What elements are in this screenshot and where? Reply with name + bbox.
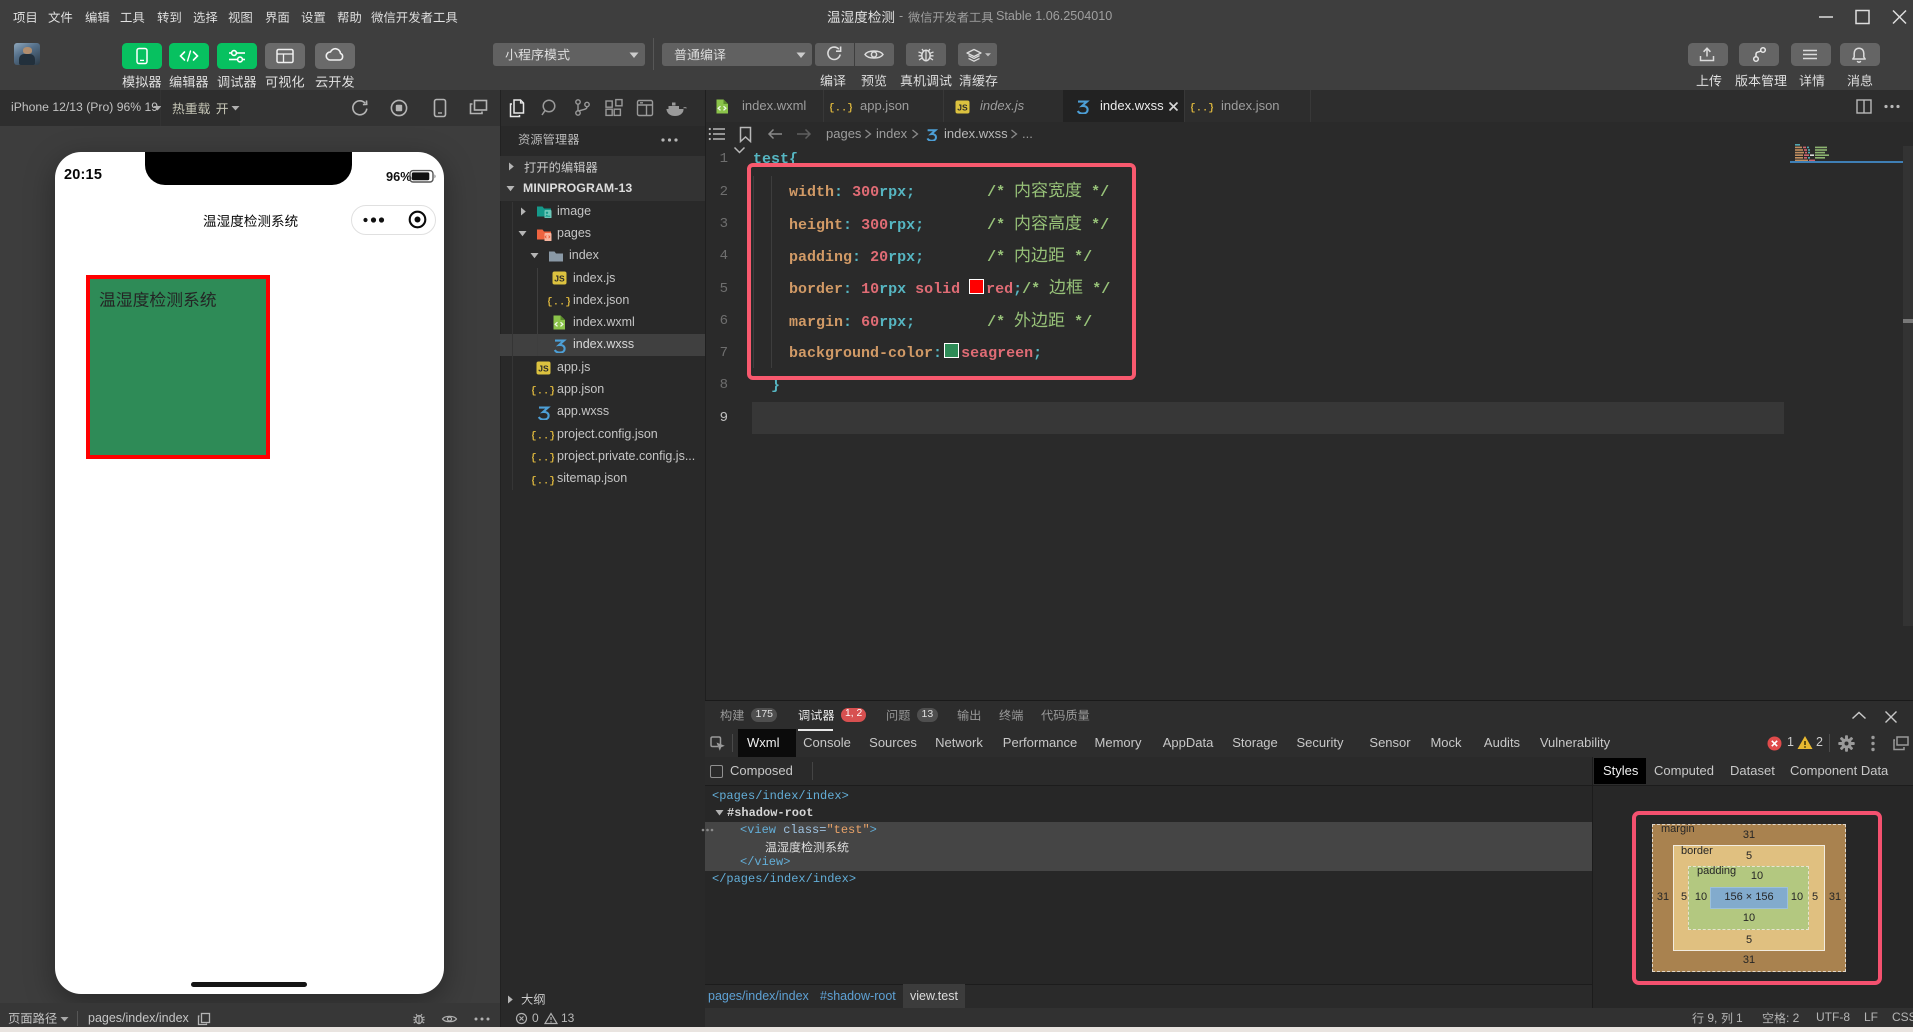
svg-text:JS: JS	[957, 102, 968, 112]
svg-text:{..}: {..}	[532, 475, 554, 487]
svg-text:{..}: {..}	[1191, 103, 1213, 115]
svg-text:{..}: {..}	[532, 386, 554, 398]
svg-text:JS: JS	[554, 274, 565, 284]
svg-text:JS: JS	[538, 363, 549, 373]
svg-text:{..}: {..}	[532, 453, 554, 465]
svg-text:{..}: {..}	[532, 430, 554, 442]
svg-text:{..}: {..}	[830, 103, 852, 115]
svg-text:{..}: {..}	[548, 297, 570, 309]
